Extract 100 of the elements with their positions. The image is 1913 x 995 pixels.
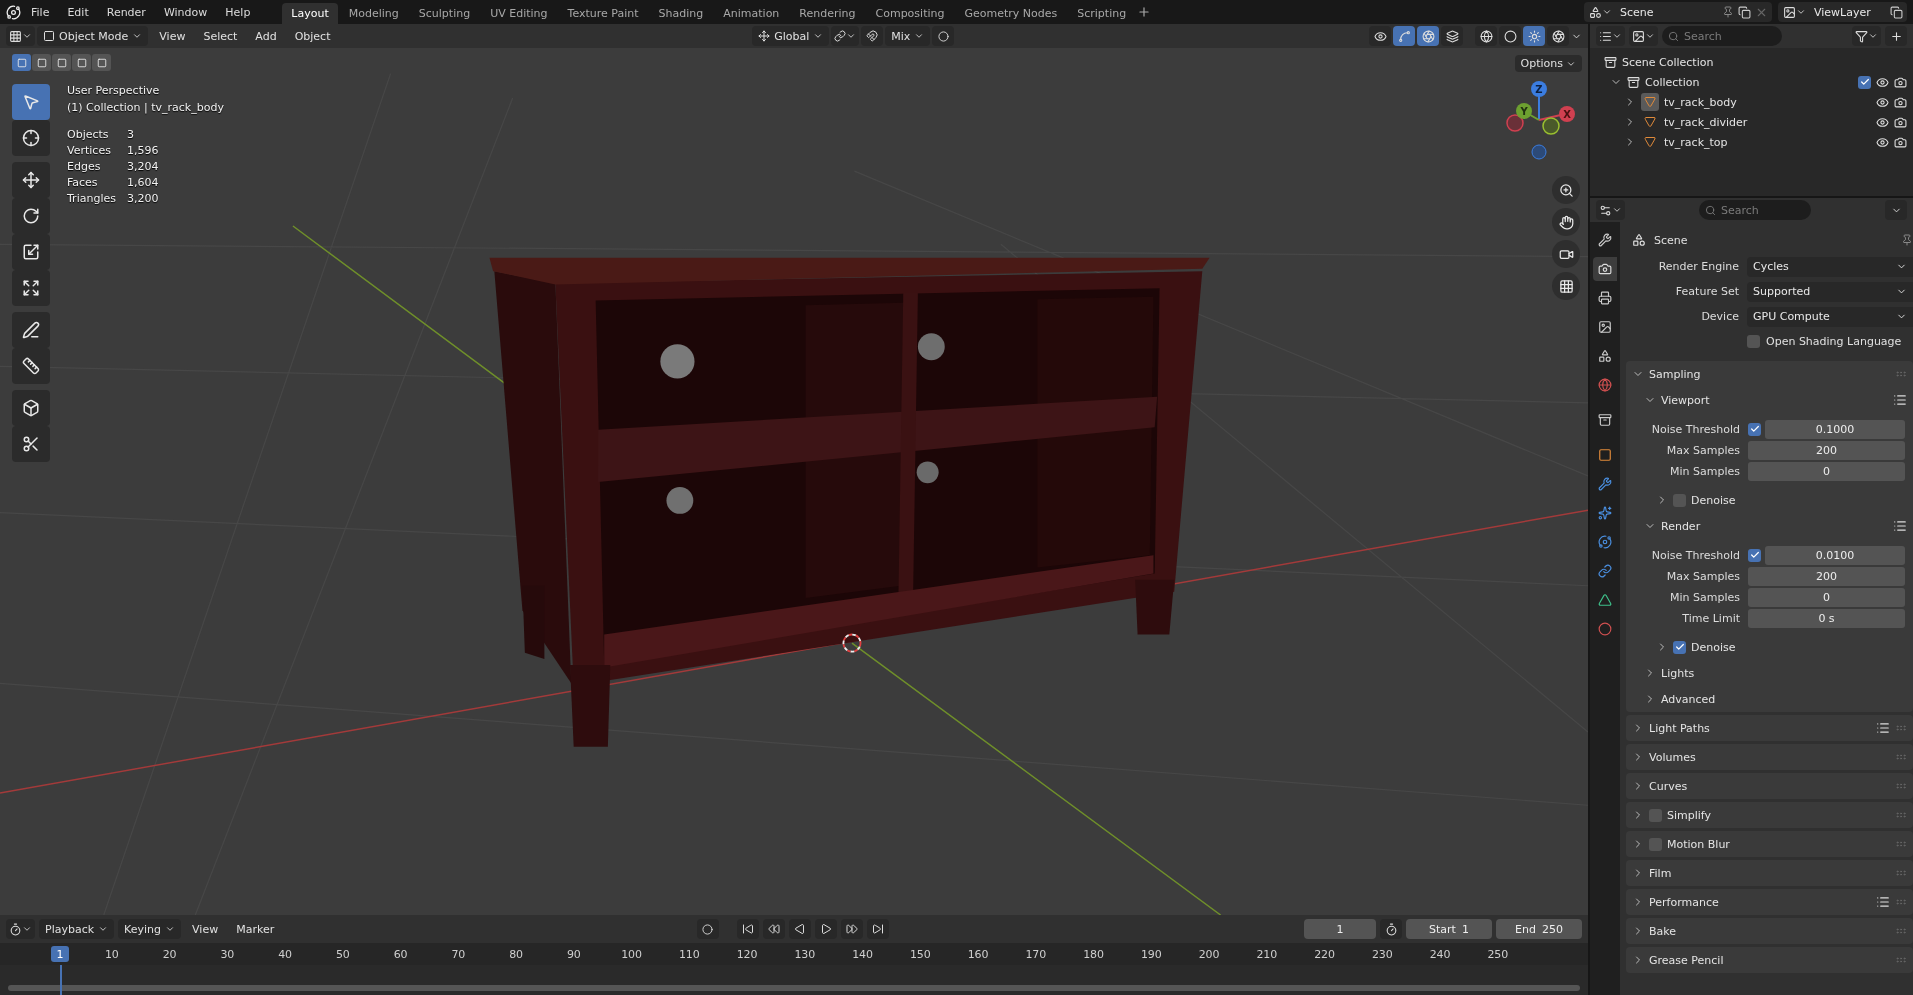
panel-title[interactable]: Motion Blur: [1667, 837, 1730, 851]
proportional-edit-button[interactable]: [932, 26, 955, 46]
menu-dropdown[interactable]: Keying: [118, 919, 182, 939]
display-mode-button[interactable]: [1629, 26, 1658, 46]
play-reverse-button[interactable]: [788, 919, 811, 939]
select-box-tool[interactable]: [12, 84, 50, 120]
start-frame-field[interactable]: Start 1: [1406, 919, 1492, 939]
select-mode-button[interactable]: [12, 54, 31, 71]
drag-handle-icon[interactable]: [1895, 896, 1907, 908]
new-collection-button[interactable]: [1885, 26, 1907, 46]
drag-handle-icon[interactable]: [1895, 838, 1907, 850]
panel-title[interactable]: Simplify: [1667, 808, 1712, 822]
camera-tab[interactable]: [1593, 257, 1617, 281]
panel-title[interactable]: Light Paths: [1649, 721, 1710, 735]
presets-icon[interactable]: [1893, 519, 1907, 533]
editor-type-button[interactable]: [1596, 200, 1625, 220]
add-icon[interactable]: [1137, 5, 1152, 19]
pan-button[interactable]: [1552, 208, 1580, 236]
shading-mode-button[interactable]: [1475, 26, 1497, 46]
drag-handle-icon[interactable]: [1895, 867, 1907, 879]
scissors-tool[interactable]: [12, 426, 50, 462]
current-frame-indicator[interactable]: 1: [51, 946, 69, 962]
drag-handle-icon[interactable]: [1895, 751, 1907, 763]
dropdown-field[interactable]: GPU Compute: [1747, 306, 1913, 327]
menu-item[interactable]: File: [23, 2, 58, 22]
auto-key-button[interactable]: [696, 919, 719, 939]
scrollbar[interactable]: [8, 985, 1580, 991]
outliner-item[interactable]: tv_rack_top: [1664, 135, 1728, 149]
number-field[interactable]: 0.0100: [1765, 545, 1905, 565]
menu-item[interactable]: Marker: [229, 922, 282, 936]
number-field[interactable]: 200: [1748, 440, 1905, 460]
panel-title[interactable]: Bake: [1649, 924, 1677, 938]
camera-icon[interactable]: [1894, 95, 1907, 109]
zoom-button[interactable]: [1552, 176, 1580, 204]
select-mode-button[interactable]: [32, 54, 51, 71]
camera-icon[interactable]: [1894, 135, 1907, 149]
panel-title[interactable]: Render: [1661, 519, 1701, 533]
number-field[interactable]: 0: [1748, 461, 1905, 481]
cursor-tool[interactable]: [12, 120, 50, 156]
menu-dropdown[interactable]: Playback: [39, 919, 115, 939]
number-field[interactable]: 0.1000: [1765, 419, 1905, 439]
editor-type-button[interactable]: [1596, 26, 1625, 46]
panel-title[interactable]: Sampling: [1649, 367, 1701, 381]
end-frame-field[interactable]: End 250: [1496, 919, 1582, 939]
menu-item[interactable]: Edit: [59, 2, 97, 22]
presets-icon[interactable]: [1893, 393, 1907, 407]
presets-icon[interactable]: [1876, 721, 1890, 735]
workspace-tab[interactable]: Layout: [282, 3, 338, 24]
menu-item[interactable]: View: [152, 29, 193, 43]
cube-tool[interactable]: [12, 390, 50, 426]
panel-title[interactable]: Denoise: [1691, 640, 1736, 654]
eye-icon[interactable]: [1876, 75, 1889, 89]
timer-button[interactable]: [1380, 919, 1402, 939]
workspace-tab[interactable]: Sculpting: [409, 3, 480, 24]
panel-checkbox[interactable]: [1673, 640, 1686, 654]
overlay-toggle-button[interactable]: [1417, 26, 1439, 46]
panel-checkbox[interactable]: [1673, 493, 1686, 507]
checkbox[interactable]: [1858, 75, 1871, 89]
menu-item[interactable]: Select: [196, 29, 245, 43]
number-field[interactable]: 200: [1748, 566, 1905, 586]
select-mode-button[interactable]: [52, 54, 71, 71]
transform-tool[interactable]: [12, 270, 50, 306]
panel-title[interactable]: Lights: [1661, 666, 1695, 680]
search-field[interactable]: Search: [1662, 26, 1782, 46]
panel-title[interactable]: Volumes: [1649, 750, 1696, 764]
outliner-item[interactable]: Collection: [1645, 75, 1700, 89]
eye-icon[interactable]: [1876, 135, 1889, 149]
scene-selector[interactable]: Scene: [1584, 2, 1772, 22]
outliner-item[interactable]: tv_rack_divider: [1664, 115, 1748, 129]
menu-item[interactable]: View: [185, 922, 226, 936]
checkbox[interactable]: [1748, 422, 1761, 436]
checkbox[interactable]: [1748, 548, 1761, 562]
view-layer-selector[interactable]: ViewLayer: [1778, 2, 1907, 22]
app-logo-icon[interactable]: [6, 4, 21, 20]
shading-mode-button[interactable]: [1499, 26, 1521, 46]
move-tool[interactable]: [12, 162, 50, 198]
orientation-dropdown[interactable]: Global: [752, 26, 830, 46]
shading-mode-button[interactable]: [1547, 26, 1569, 46]
overlay-toggle-button[interactable]: [1393, 26, 1415, 46]
jump-end-button[interactable]: [866, 919, 889, 939]
options-dropdown[interactable]: Options: [1514, 55, 1582, 72]
panel-title[interactable]: Film: [1649, 866, 1672, 880]
checkbox[interactable]: [1747, 335, 1760, 348]
jump-start-button[interactable]: [736, 919, 759, 939]
menu-item[interactable]: Render: [98, 2, 154, 22]
workspace-tab[interactable]: Texture Paint: [558, 3, 648, 24]
overlay-toggle-button[interactable]: [1369, 26, 1391, 46]
pin-icon[interactable]: [1901, 234, 1913, 246]
workspace-tab[interactable]: Animation: [714, 3, 789, 24]
checkbox-label[interactable]: Open Shading Language: [1766, 335, 1902, 348]
drag-handle-icon[interactable]: [1895, 780, 1907, 792]
menu-item[interactable]: Help: [217, 2, 259, 22]
overlay-toggle-button[interactable]: [1441, 26, 1463, 46]
workspace-tab[interactable]: Modeling: [339, 3, 408, 24]
drag-handle-icon[interactable]: [1895, 722, 1907, 734]
grid-view-button[interactable]: [1552, 272, 1580, 300]
filter-button[interactable]: [1852, 26, 1881, 46]
select-mode-button[interactable]: [72, 54, 91, 71]
panel-title[interactable]: Advanced: [1661, 692, 1716, 706]
pencil-tool[interactable]: [12, 312, 50, 348]
